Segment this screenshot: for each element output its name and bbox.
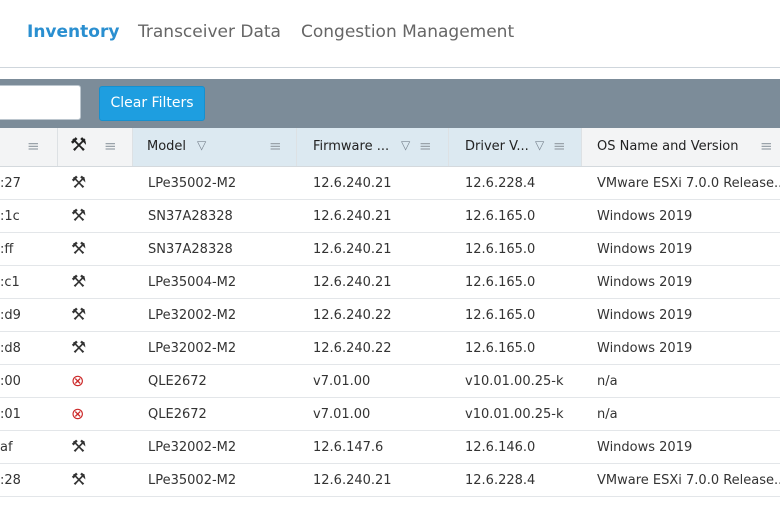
cell-firmware: 12.6.240.21: [313, 176, 392, 191]
cell-driver: 12.6.165.0: [465, 341, 536, 356]
cell-driver: 12.6.228.4: [465, 473, 536, 488]
cell-id: af: [0, 440, 13, 455]
column-menu-icon[interactable]: ≡: [269, 137, 282, 155]
filter-icon[interactable]: ▽: [401, 138, 410, 152]
header-id[interactable]: ≡: [0, 128, 58, 166]
tools-icon[interactable]: ⚒: [71, 305, 86, 325]
cell-driver: 12.6.146.0: [465, 440, 536, 455]
cell-firmware: 12.6.240.21: [313, 473, 392, 488]
cell-id: :c1: [0, 275, 20, 290]
cell-driver: v10.01.00.25-k: [465, 374, 564, 389]
header-firmware-label: Firmware ...: [313, 139, 390, 154]
cell-os: Windows 2019: [597, 275, 693, 290]
cell-firmware: 12.6.240.21: [313, 242, 392, 257]
tools-icon[interactable]: ⚒: [71, 206, 86, 226]
cell-driver: 12.6.165.0: [465, 242, 536, 257]
tools-icon[interactable]: ⚒: [71, 239, 86, 259]
search-input[interactable]: [0, 85, 81, 120]
cell-firmware: 12.6.240.21: [313, 209, 392, 224]
cell-os: n/a: [597, 374, 618, 389]
header-os-label: OS Name and Version: [597, 139, 739, 154]
column-menu-icon[interactable]: ≡: [104, 137, 117, 155]
tab-bar: Inventory Transceiver Data Congestion Ma…: [0, 0, 780, 68]
cell-driver: 12.6.165.0: [465, 209, 536, 224]
tools-icon: ⚒: [70, 134, 88, 156]
tab-congestion-management[interactable]: Congestion Management: [301, 22, 514, 42]
cell-firmware: v7.01.00: [313, 407, 371, 422]
cell-firmware: 12.6.147.6: [313, 440, 384, 455]
header-firmware[interactable]: Firmware ... ▽ ≡: [297, 128, 449, 166]
table-row[interactable]: :00 ⊗ QLE2672 v7.01.00 v10.01.00.25-k n/a: [0, 365, 780, 398]
cell-driver: 12.6.165.0: [465, 308, 536, 323]
tools-error-icon[interactable]: ⊗: [71, 371, 84, 390]
filter-icon[interactable]: ▽: [535, 138, 544, 152]
header-model-label: Model: [147, 139, 187, 154]
cell-os: Windows 2019: [597, 440, 693, 455]
cell-id: :ff: [0, 242, 14, 257]
cell-model: LPe32002-M2: [148, 341, 237, 356]
cell-model: LPe35002-M2: [148, 473, 237, 488]
cell-id: :00: [0, 374, 21, 389]
tools-icon[interactable]: ⚒: [71, 173, 86, 193]
column-menu-icon[interactable]: ≡: [553, 137, 566, 155]
cell-firmware: v7.01.00: [313, 374, 371, 389]
column-menu-icon[interactable]: ≡: [419, 137, 432, 155]
tab-inventory[interactable]: Inventory: [27, 22, 119, 42]
cell-driver: v10.01.00.25-k: [465, 407, 564, 422]
cell-model: SN37A28328: [148, 242, 233, 257]
cell-os: n/a: [597, 407, 618, 422]
header-os[interactable]: OS Name and Version ≡: [582, 128, 780, 166]
cell-id: :1c: [0, 209, 20, 224]
header-tools[interactable]: ⚒ ≡: [58, 128, 133, 166]
cell-model: QLE2672: [148, 407, 207, 422]
cell-os: Windows 2019: [597, 209, 693, 224]
cell-firmware: 12.6.240.22: [313, 308, 392, 323]
tools-icon[interactable]: ⚒: [71, 338, 86, 358]
header-driver-label: Driver V...: [465, 139, 529, 154]
grid-header: ≡ ⚒ ≡ Model ▽ ≡ Firmware ... ▽ ≡ Driver …: [0, 128, 780, 167]
cell-model: LPe32002-M2: [148, 440, 237, 455]
cell-firmware: 12.6.240.22: [313, 341, 392, 356]
cell-id: :d9: [0, 308, 21, 323]
cell-model: LPe35004-M2: [148, 275, 237, 290]
table-row[interactable]: :27 ⚒ LPe35002-M2 12.6.240.21 12.6.228.4 VMwa…: [0, 167, 780, 200]
cell-firmware: 12.6.240.21: [313, 275, 392, 290]
cell-model: QLE2672: [148, 374, 207, 389]
column-menu-icon[interactable]: ≡: [760, 137, 773, 155]
column-menu-icon[interactable]: ≡: [27, 137, 40, 155]
table-row[interactable]: :01 ⊗ QLE2672 v7.01.00 v10.01.00.25-k n/a: [0, 398, 780, 431]
cell-os: Windows 2019: [597, 341, 693, 356]
tools-icon[interactable]: ⚒: [71, 470, 86, 490]
table-row[interactable]: :d8 ⚒ LPe32002-M2 12.6.240.22 12.6.165.0 Wind…: [0, 332, 780, 365]
clear-filters-button[interactable]: Clear Filters: [99, 86, 205, 121]
table-row[interactable]: :28 ⚒ LPe35002-M2 12.6.240.21 12.6.228.4 VMwa…: [0, 464, 780, 497]
cell-id: :d8: [0, 341, 21, 356]
tools-icon[interactable]: ⚒: [71, 437, 86, 457]
header-driver[interactable]: Driver V... ▽ ≡: [449, 128, 582, 166]
cell-os: VMware ESXi 7.0.0 Release...: [597, 176, 780, 191]
table-row[interactable]: :ff ⚒ SN37A28328 12.6.240.21 12.6.165.0 Windo…: [0, 233, 780, 266]
table-row[interactable]: :1c ⚒ SN37A28328 12.6.240.21 12.6.165.0 Windo…: [0, 200, 780, 233]
filter-icon[interactable]: ▽: [197, 138, 206, 152]
cell-model: LPe35002-M2: [148, 176, 237, 191]
cell-os: Windows 2019: [597, 308, 693, 323]
cell-os: Windows 2019: [597, 242, 693, 257]
cell-model: LPe32002-M2: [148, 308, 237, 323]
table-row[interactable]: :d9 ⚒ LPe32002-M2 12.6.240.22 12.6.165.0 Wind…: [0, 299, 780, 332]
cell-os: VMware ESXi 7.0.0 Release...: [597, 473, 780, 488]
grid-toolbar: Clear Filters: [0, 79, 780, 128]
cell-driver: 12.6.228.4: [465, 176, 536, 191]
tab-transceiver-data[interactable]: Transceiver Data: [138, 22, 281, 42]
cell-id: :01: [0, 407, 21, 422]
cell-id: :28: [0, 473, 21, 488]
header-model[interactable]: Model ▽ ≡: [133, 128, 297, 166]
tools-error-icon[interactable]: ⊗: [71, 404, 84, 423]
cell-driver: 12.6.165.0: [465, 275, 536, 290]
table-row[interactable]: af ⚒ LPe32002-M2 12.6.147.6 12.6.146.0 Window…: [0, 431, 780, 464]
cell-model: SN37A28328: [148, 209, 233, 224]
tools-icon[interactable]: ⚒: [71, 272, 86, 292]
table-row[interactable]: :c1 ⚒ LPe35004-M2 12.6.240.21 12.6.165.0 Wind…: [0, 266, 780, 299]
cell-id: :27: [0, 176, 21, 191]
